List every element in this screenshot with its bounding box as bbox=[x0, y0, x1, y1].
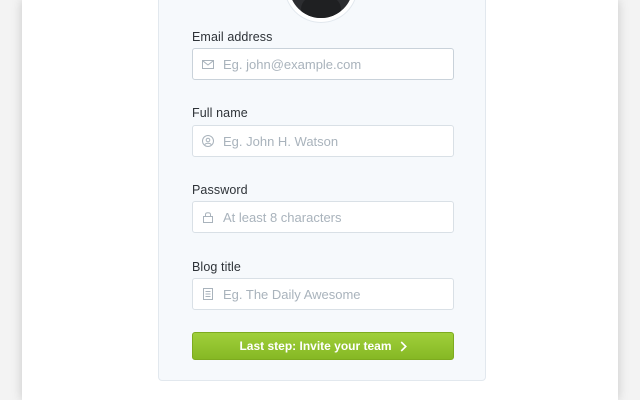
invite-team-button[interactable]: Last step: Invite your team bbox=[192, 332, 454, 360]
password-input[interactable] bbox=[223, 203, 443, 231]
lock-icon bbox=[193, 202, 223, 232]
email-input[interactable] bbox=[223, 50, 443, 78]
email-label: Email address bbox=[192, 30, 273, 44]
envelope-icon bbox=[193, 49, 223, 79]
full-name-label: Full name bbox=[192, 106, 248, 120]
user-icon bbox=[193, 126, 223, 156]
chevron-right-icon bbox=[400, 340, 407, 352]
blog-title-label: Blog title bbox=[192, 260, 241, 274]
invite-team-button-label: Last step: Invite your team bbox=[239, 339, 392, 353]
full-name-field-wrapper[interactable] bbox=[192, 125, 454, 157]
blog-title-field-wrapper[interactable] bbox=[192, 278, 454, 310]
password-label: Password bbox=[192, 183, 248, 197]
blog-title-input[interactable] bbox=[223, 280, 443, 308]
password-field-wrapper[interactable] bbox=[192, 201, 454, 233]
email-field-wrapper[interactable] bbox=[192, 48, 454, 80]
full-name-input[interactable] bbox=[223, 127, 443, 155]
document-icon bbox=[193, 279, 223, 309]
